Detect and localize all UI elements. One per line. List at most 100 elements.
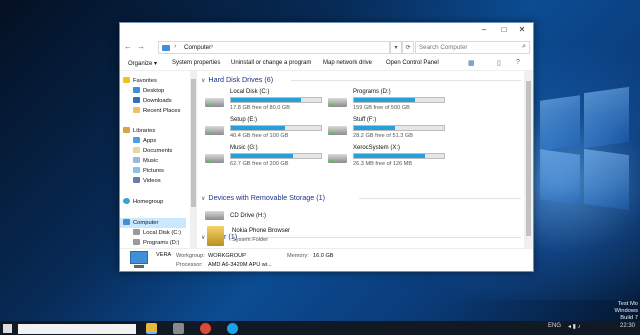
library-icon: [123, 127, 130, 133]
nav-desktop[interactable]: Desktop: [133, 87, 164, 96]
watermark-line: Test Mo: [617, 301, 638, 307]
group-divider: [359, 198, 521, 199]
close-button[interactable]: ✕: [513, 24, 531, 36]
nav-local-disk-c[interactable]: Local Disk (C:): [133, 229, 181, 238]
drive-usage-bar: [353, 153, 445, 159]
other-item-type: System Folder: [232, 237, 269, 243]
nav-downloads[interactable]: Downloads: [133, 97, 172, 106]
drive-name: Stuff (F:): [353, 117, 377, 123]
watermark-line: Windows: [614, 308, 638, 314]
breadcrumb-separator[interactable]: ›: [174, 43, 176, 50]
nav-documents[interactable]: Documents: [133, 147, 172, 156]
hard-drive-icon: [328, 98, 347, 107]
computer-stand: [134, 265, 144, 268]
removable-drive-tile[interactable]: CD Drive (H:): [205, 207, 355, 227]
drive-free-space: 62.7 GB free of 200 GB: [230, 161, 289, 167]
recent-places-icon: [133, 107, 140, 113]
drive-usage-fill: [231, 98, 302, 102]
address-bar[interactable]: › Computer ›: [158, 41, 390, 54]
back-arrow-icon[interactable]: ←: [124, 42, 132, 51]
clock[interactable]: 22:30: [620, 323, 635, 329]
group-divider: [291, 80, 521, 81]
nav-music[interactable]: Music: [133, 157, 158, 166]
app-icon[interactable]: [173, 323, 184, 334]
drive-usage-bar: [353, 97, 445, 103]
details-pane: VERA Workgroup: WORKGROUP Memory: 16.0 G…: [120, 248, 533, 273]
hard-drive-icon: [205, 98, 224, 107]
file-explorer-icon[interactable]: [146, 323, 157, 334]
drive-usage-bar: [230, 125, 322, 131]
refresh-button[interactable]: ⟳: [402, 41, 414, 54]
maximize-button[interactable]: □: [495, 24, 513, 36]
organize-button[interactable]: Organize ▾: [128, 60, 157, 67]
view-options-icon[interactable]: ▦: [468, 59, 475, 67]
tray-icons[interactable]: ◂ ▮ ♪: [568, 323, 581, 330]
language-indicator[interactable]: ENG: [548, 323, 561, 329]
content-scrollbar[interactable]: [524, 71, 533, 248]
processor-value: AMD A6-3420M APU wi...: [208, 262, 272, 268]
nav-homegroup[interactable]: Homegroup: [123, 198, 163, 207]
drive-tile[interactable]: XerocSystem (X:) 26.3 MB free of 126 MB: [328, 145, 478, 173]
start-icon[interactable]: [3, 324, 12, 333]
drive-tile[interactable]: Stuff (F:) 28.2 GB free of 51.3 GB: [328, 117, 478, 145]
minimize-button[interactable]: –: [475, 24, 493, 36]
scrollbar-thumb[interactable]: [191, 79, 196, 207]
address-dropdown-button[interactable]: ▾: [390, 41, 402, 54]
computer-icon: [123, 219, 130, 225]
nav-recent-places[interactable]: Recent Places: [133, 107, 180, 116]
pictures-icon: [133, 167, 140, 173]
drive-usage-fill: [354, 98, 416, 102]
drive-usage-bar: [353, 125, 445, 131]
system-properties-button[interactable]: System properties: [172, 60, 220, 66]
desktop-logo-pane: [540, 149, 580, 205]
chrome-icon[interactable]: [200, 323, 211, 334]
workgroup-label: Workgroup:: [176, 253, 205, 259]
open-control-panel-button[interactable]: Open Control Panel: [386, 60, 439, 66]
other-item-tile[interactable]: Nokia Phone Browser System Folder: [207, 225, 357, 247]
other-item-name: Nokia Phone Browser: [232, 228, 291, 234]
drive-free-space: 40.4 GB free of 100 GB: [230, 133, 289, 139]
desktop-logo-pane: [584, 86, 629, 149]
group-hard-disk-drives[interactable]: ∨ Hard Disk Drives (6): [201, 75, 273, 84]
navigation-scrollbar[interactable]: [190, 71, 197, 248]
group-removable-storage[interactable]: ∨ Devices with Removable Storage (1): [201, 193, 325, 202]
nav-computer[interactable]: Computer: [123, 219, 158, 228]
breadcrumb-separator[interactable]: ›: [211, 43, 213, 50]
desktop-icon: [133, 87, 140, 93]
nav-libraries[interactable]: Libraries: [123, 127, 155, 136]
nav-favorites[interactable]: Favorites: [123, 77, 157, 86]
hard-drive-icon: [328, 126, 347, 135]
nav-programs-d[interactable]: Programs (D:): [133, 239, 179, 248]
breadcrumb-computer[interactable]: Computer: [184, 44, 211, 51]
scrollbar-thumb[interactable]: [526, 81, 531, 236]
desktop-logo-pane: [584, 148, 629, 211]
memory-label: Memory:: [287, 253, 309, 259]
drive-icon: [133, 239, 140, 245]
preview-pane-icon[interactable]: ▯: [497, 59, 501, 67]
homegroup-icon: [123, 198, 130, 204]
chevron-down-icon: ∨: [201, 78, 206, 84]
drive-name: Programs (D:): [353, 89, 391, 95]
nav-pictures[interactable]: Pictures: [133, 167, 164, 176]
search-input[interactable]: Search Computer ⌕: [415, 41, 530, 54]
skype-icon[interactable]: [227, 323, 238, 334]
desktop-logo-pane: [540, 95, 580, 151]
search-placeholder: Search Computer: [419, 44, 468, 51]
map-network-drive-button[interactable]: Map network drive: [323, 60, 372, 66]
navigation-pane: Favorites Desktop Downloads Recent Place…: [120, 71, 190, 248]
help-icon[interactable]: ?: [516, 59, 520, 66]
computer-icon: [162, 45, 170, 51]
drive-icon: [133, 229, 140, 235]
chevron-down-icon: ∨: [201, 196, 206, 202]
drive-tile[interactable]: Programs (D:) 159 GB free of 500 GB: [328, 89, 478, 117]
videos-icon: [133, 177, 140, 183]
taskbar: ENG ◂ ▮ ♪ 22:30: [0, 321, 640, 335]
taskbar-search-box[interactable]: [18, 324, 136, 334]
computer-large-icon: [130, 251, 148, 264]
forward-arrow-icon[interactable]: →: [137, 42, 145, 51]
uninstall-program-button[interactable]: Uninstall or change a program: [231, 60, 311, 66]
nav-apps[interactable]: Apps: [133, 137, 156, 146]
title-bar[interactable]: – □ ✕: [120, 23, 533, 37]
hard-drive-icon: [205, 154, 224, 163]
nav-videos[interactable]: Videos: [133, 177, 161, 186]
